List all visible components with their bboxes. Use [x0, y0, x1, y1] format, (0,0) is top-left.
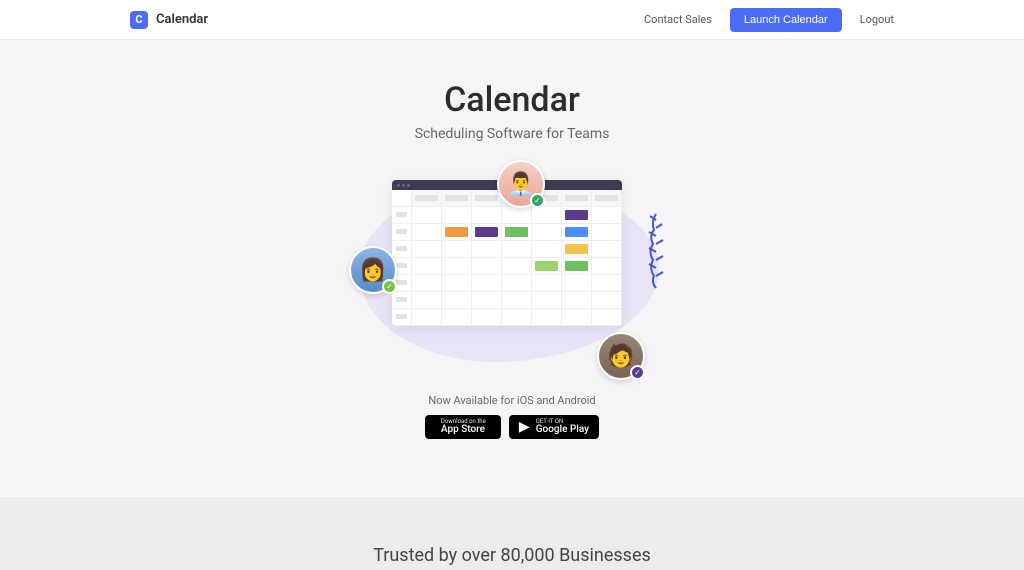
store-buttons: Download on the App Store ▶ GET IT ON Go…	[0, 415, 1024, 439]
avatar-3: 🧑✓	[597, 332, 645, 380]
google-play-button[interactable]: ▶ GET IT ON Google Play	[509, 415, 599, 439]
hero-section: Calendar Scheduling Software for Teams 👨…	[0, 40, 1024, 469]
avatar-1: 👨‍💼✓	[497, 160, 545, 208]
availability-text: Now Available for iOS and Android	[0, 394, 1024, 407]
store-line1: GET IT ON	[536, 419, 589, 425]
check-icon: ✓	[530, 193, 545, 208]
check-icon: ✓	[630, 365, 645, 380]
header-right: Contact Sales Launch Calendar Logout	[644, 8, 894, 32]
store-line1: Download on the	[441, 419, 486, 425]
store-line2: Google Play	[536, 425, 589, 435]
launch-calendar-button[interactable]: Launch Calendar	[730, 8, 842, 32]
brand-name: Calendar	[156, 12, 208, 27]
header: C Calendar Contact Sales Launch Calendar…	[0, 0, 1024, 40]
trust-headline: Trusted by over 80,000 Businesses	[0, 545, 1024, 566]
store-line2: App Store	[441, 425, 486, 435]
leaf-icon	[643, 210, 669, 290]
logout-link[interactable]: Logout	[860, 13, 894, 26]
google-play-icon: ▶	[519, 419, 530, 435]
calendar-grid	[392, 190, 622, 326]
avatar-2: 👩✓	[349, 246, 397, 294]
contact-sales-link[interactable]: Contact Sales	[644, 13, 712, 26]
hero-title: Calendar	[0, 80, 1024, 120]
hero-subtitle: Scheduling Software for Teams	[0, 126, 1024, 142]
logo-icon: C	[130, 11, 148, 29]
hero-illustration: 👨‍💼✓ 👩✓ 🧑✓	[357, 164, 667, 374]
trust-section: Trusted by over 80,000 Businesses	[0, 497, 1024, 570]
brand[interactable]: C Calendar	[130, 11, 208, 29]
app-store-button[interactable]: Download on the App Store	[425, 415, 501, 439]
check-icon: ✓	[382, 279, 397, 294]
